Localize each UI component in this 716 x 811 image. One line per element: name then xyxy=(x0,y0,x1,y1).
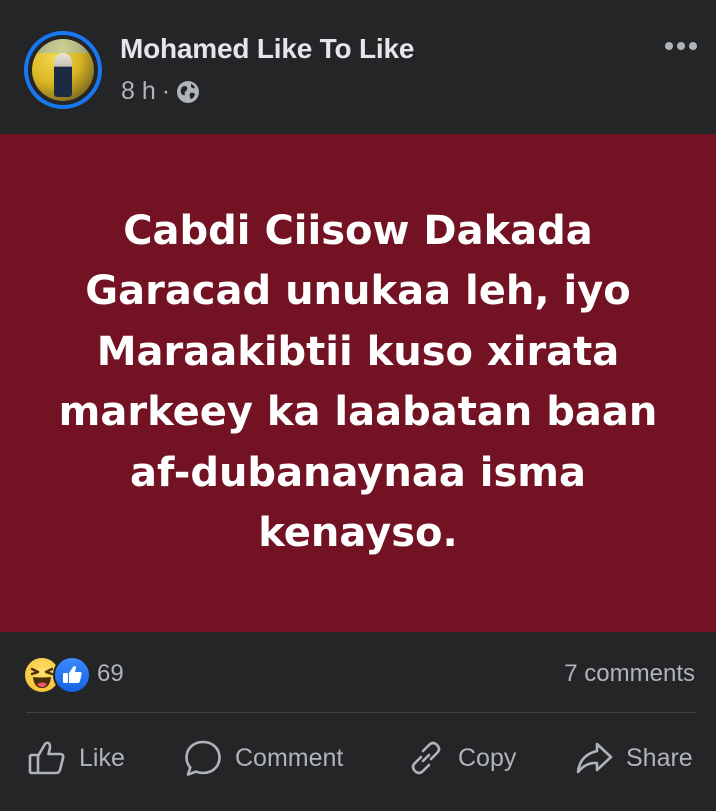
like-icon xyxy=(53,656,91,694)
post-stats: 69 7 comments xyxy=(0,636,716,712)
comment-label: Comment xyxy=(235,743,344,772)
copy-button[interactable]: Copy xyxy=(406,725,516,791)
author-avatar[interactable] xyxy=(24,31,102,109)
more-horizontal-icon[interactable] xyxy=(664,36,698,56)
share-label: Share xyxy=(626,743,693,772)
copy-label: Copy xyxy=(458,743,517,772)
post-text: Cabdi Ciisow Dakada Garacad unukaa leh, … xyxy=(58,207,658,557)
globe-icon[interactable] xyxy=(176,80,200,104)
post-header: Mohamed Like To Like 8 h · xyxy=(0,0,716,134)
divider xyxy=(26,712,696,713)
reaction-count[interactable]: 69 xyxy=(97,660,124,688)
like-button[interactable]: Like xyxy=(27,725,125,791)
meta-separator: · xyxy=(161,77,171,105)
link-icon xyxy=(411,741,441,775)
share-button[interactable]: Share xyxy=(574,725,693,791)
like-label: Like xyxy=(79,743,125,772)
post-meta: 8 h · xyxy=(121,77,200,106)
avatar-photo xyxy=(32,39,94,101)
author-name[interactable]: Mohamed Like To Like xyxy=(120,33,414,65)
thumbs-up-icon xyxy=(28,741,65,775)
reaction-icons[interactable] xyxy=(23,656,95,694)
comment-icon xyxy=(185,740,221,776)
post-text-banner: Cabdi Ciisow Dakada Garacad unukaa leh, … xyxy=(0,134,716,632)
share-icon xyxy=(576,742,613,774)
post-actions: Like Comment Copy Share xyxy=(0,725,716,795)
post-time[interactable]: 8 h xyxy=(121,77,156,106)
comment-button[interactable]: Comment xyxy=(183,725,343,791)
comments-count[interactable]: 7 comments xyxy=(564,660,695,688)
